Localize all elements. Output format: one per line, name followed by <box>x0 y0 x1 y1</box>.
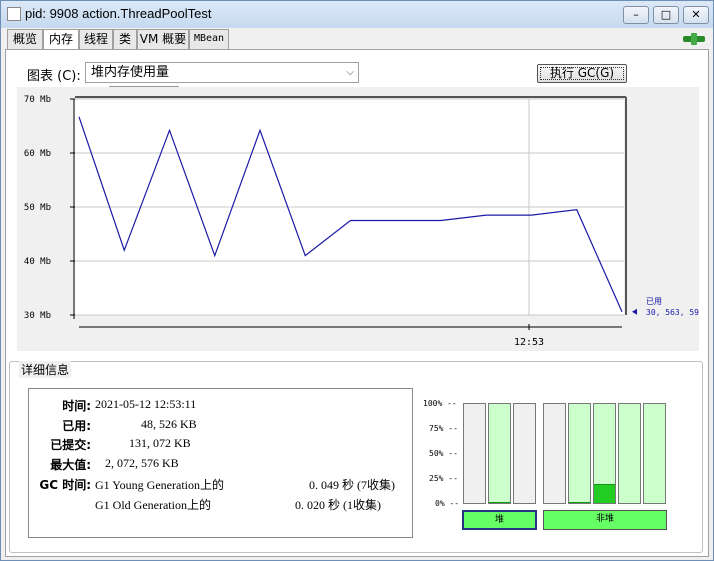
nonheap-pool-bar[interactable] <box>643 403 666 504</box>
chart-select[interactable]: 堆内存使用量 ⌵ <box>85 62 359 83</box>
details-info-box: 时间: 2021-05-12 12:53:11 已用: 48, 526 KB 已… <box>28 388 413 538</box>
tab-memory[interactable]: 内存 <box>43 29 79 50</box>
heap-pool-bar[interactable] <box>488 403 511 504</box>
y-tick-label: 30 Mb <box>24 311 51 321</box>
nonheap-pool-bar[interactable] <box>593 403 616 504</box>
committed-value: 131, 072 KB <box>129 436 191 450</box>
current-series-label: 已用 <box>646 297 662 306</box>
heap-pool-fill <box>489 502 510 503</box>
time-label: 时间: <box>62 399 91 413</box>
title-bar[interactable]: pid: 9908 action.ThreadPoolTest – □ ✕ <box>1 1 713 28</box>
gc-old-name: G1 Old Generation上的 <box>95 498 211 512</box>
y-tick-label: 50 Mb <box>24 203 51 213</box>
gc-young-name: G1 Young Generation上的 <box>95 478 224 492</box>
chevron-down-icon: ⌵ <box>346 67 354 78</box>
pct-label-75: 75% -- <box>429 424 458 433</box>
tab-mbean[interactable]: MBean <box>189 29 229 49</box>
used-label: 已用: <box>62 419 91 433</box>
close-button[interactable]: ✕ <box>683 6 709 24</box>
committed-label: 已提交: <box>50 438 91 452</box>
maximize-button[interactable]: □ <box>653 6 679 24</box>
current-series-value: 30, 563, 592 <box>646 308 699 317</box>
java-app-icon <box>7 7 21 21</box>
tab-threads[interactable]: 线程 <box>79 29 113 49</box>
nonheap-pool-bar[interactable] <box>618 403 641 504</box>
chart-label: 图表 (C): <box>27 69 81 84</box>
tab-classes[interactable]: 类 <box>113 29 137 49</box>
heap-button[interactable]: 堆 <box>462 510 537 530</box>
minimize-button[interactable]: – <box>623 6 649 24</box>
y-tick-label: 70 Mb <box>24 95 51 105</box>
window-title: pid: 9908 action.ThreadPoolTest <box>25 6 212 21</box>
memory-pool-bars: 100% -- 75% -- 50% -- 25% -- 0% -- 堆 非堆 <box>417 393 697 537</box>
nonheap-pool-bar[interactable] <box>543 403 566 504</box>
chart-select-value: 堆内存使用量 <box>91 65 170 80</box>
app-window: pid: 9908 action.ThreadPoolTest – □ ✕ 概览… <box>0 0 714 561</box>
nonheap-button[interactable]: 非堆 <box>543 510 667 530</box>
nonheap-pool-fill <box>569 502 590 503</box>
gc-time-label: GC 时间: <box>39 478 91 492</box>
tab-vm-summary[interactable]: VM 概要 <box>137 29 189 49</box>
x-tick-label: 12:53 <box>514 337 544 348</box>
time-value: 2021-05-12 12:53:11 <box>95 397 197 411</box>
heap-pool-bar[interactable] <box>463 403 486 504</box>
used-value: 48, 526 KB <box>141 417 197 431</box>
details-title: 详细信息 <box>19 361 72 378</box>
y-tick-label: 60 Mb <box>24 149 51 159</box>
pct-label-50: 50% -- <box>429 449 458 458</box>
pct-label-25: 25% -- <box>429 474 458 483</box>
gc-old-value: 0. 020 秒 (1收集) <box>295 498 381 512</box>
chart-panel: 70 Mb 60 Mb 50 Mb 40 Mb 30 Mb 12:53 已用 30, 563,… <box>17 87 704 351</box>
nonheap-pool-bar[interactable] <box>568 403 591 504</box>
tab-overview[interactable]: 概览 <box>7 29 43 49</box>
y-tick-label: 40 Mb <box>24 257 51 267</box>
max-label: 最大值: <box>50 458 91 472</box>
pct-label-100: 100% -- <box>423 399 457 408</box>
heap-pool-bar[interactable] <box>513 403 536 504</box>
plugin-icon[interactable] <box>681 32 707 46</box>
current-value-marker <box>632 308 637 315</box>
heap-usage-chart: 70 Mb 60 Mb 50 Mb 40 Mb 30 Mb 12:53 已用 30, 563,… <box>24 95 704 348</box>
nonheap-pool-fill <box>594 484 615 503</box>
perform-gc-button[interactable]: 执行 GC(G) <box>537 64 627 83</box>
max-value: 2, 072, 576 KB <box>105 456 179 470</box>
pct-label-0: 0% -- <box>435 499 460 508</box>
gc-young-value: 0. 049 秒 (7收集) <box>309 478 395 492</box>
